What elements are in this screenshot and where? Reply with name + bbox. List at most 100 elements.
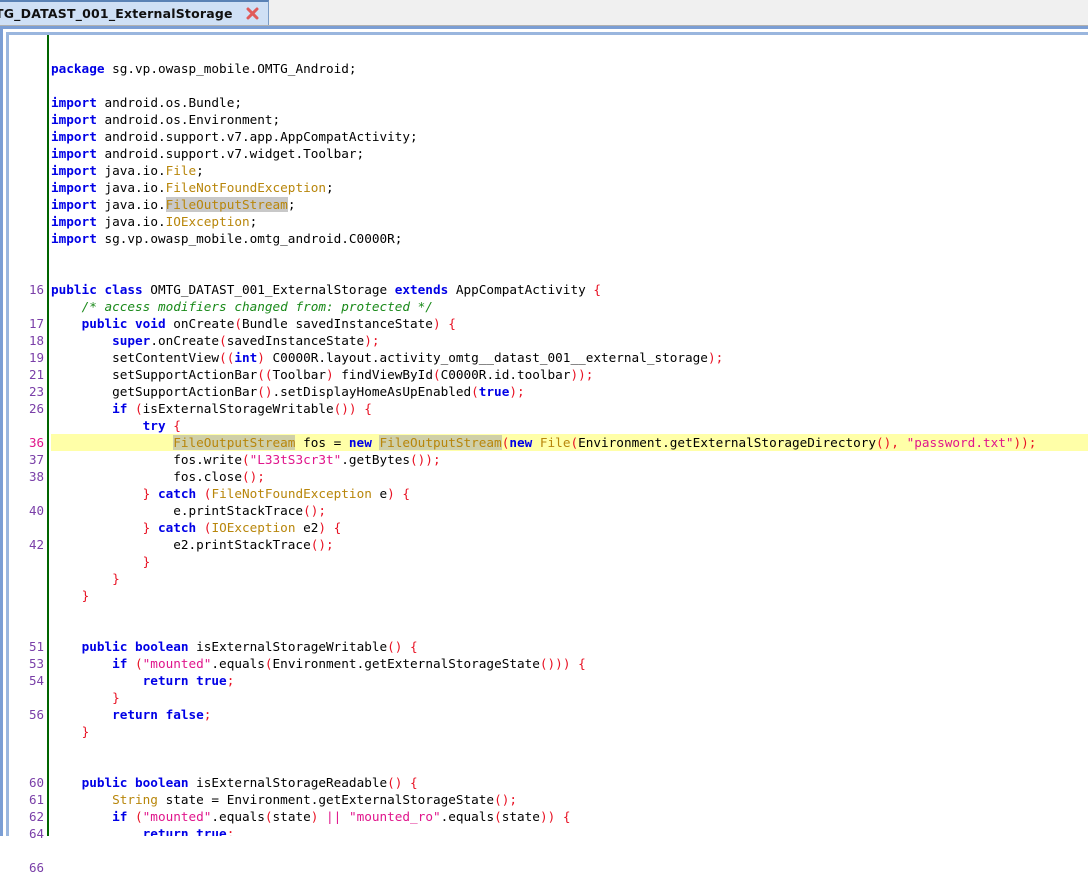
code-line[interactable]: import android.support.v7.app.AppCompatA… — [51, 128, 1088, 145]
code-line[interactable]: } — [51, 553, 1088, 570]
code-line[interactable]: FileOutputStream fos = new FileOutputStr… — [51, 434, 1088, 451]
code-token: savedInstanceState — [226, 333, 365, 348]
code-line[interactable]: e2.printStackTrace(); — [51, 536, 1088, 553]
code-line[interactable]: setContentView((int) C0000R.layout.activ… — [51, 349, 1088, 366]
code-line[interactable]: } catch (IOException e2) { — [51, 519, 1088, 536]
code-line[interactable]: return true; — [51, 825, 1088, 836]
code-token: Bundle savedInstanceState — [241, 316, 433, 331]
code-line[interactable]: public boolean isExternalStorageReadable… — [51, 774, 1088, 791]
code-token: FileOutputStream — [165, 197, 288, 212]
editor-tab[interactable]: TG_DATAST_001_ExternalStorage — [0, 0, 269, 25]
code-token: Environment.getExternalStorageDirectory — [578, 435, 877, 450]
code-token: import — [51, 197, 97, 212]
code-token: int — [234, 350, 258, 365]
line-number: 61 — [28, 792, 44, 807]
code-line[interactable] — [51, 43, 1088, 60]
code-line[interactable]: import java.io.File; — [51, 162, 1088, 179]
code-line[interactable] — [51, 264, 1088, 281]
code-token: catch — [157, 520, 197, 535]
code-line[interactable]: } — [51, 723, 1088, 740]
code-line[interactable] — [51, 77, 1088, 94]
code-line[interactable]: import sg.vp.owasp_mobile.omtg_android.C… — [51, 230, 1088, 247]
code-line[interactable] — [51, 740, 1088, 757]
code-line[interactable]: package sg.vp.owasp_mobile.OMTG_Android; — [51, 60, 1088, 77]
line-number: 51 — [28, 639, 44, 654]
code-line[interactable]: import java.io.IOException; — [51, 213, 1088, 230]
code-line[interactable]: public void onCreate(Bundle savedInstanc… — [51, 315, 1088, 332]
code-token: .setDisplayHomeAsUpEnabled — [272, 384, 472, 399]
code-line[interactable] — [51, 247, 1088, 264]
code-line[interactable]: import android.support.v7.widget.Toolbar… — [51, 145, 1088, 162]
code-line[interactable]: public class OMTG_DATAST_001_ExternalSto… — [51, 281, 1088, 298]
code-token: android.os.Bundle; — [96, 95, 242, 110]
code-token: ( — [135, 656, 143, 671]
code-line[interactable]: super.onCreate(savedInstanceState); — [51, 332, 1088, 349]
code-line[interactable]: e.printStackTrace(); — [51, 502, 1088, 519]
editor-viewport[interactable]: 16 17 18 19 21 23 26 36 37 38 40 42 51 53 54 56 60 61 62 64… — [6, 32, 1088, 875]
code-token: (); — [303, 503, 326, 518]
code-line[interactable] — [51, 757, 1088, 774]
code-line[interactable]: try { — [51, 417, 1088, 434]
code-line[interactable]: if (isExternalStorageWritable()) { — [51, 400, 1088, 417]
code-line[interactable] — [51, 604, 1088, 621]
code-token: public boolean — [81, 639, 189, 654]
code-line[interactable]: } — [51, 570, 1088, 587]
code-token: ) { — [318, 520, 342, 535]
code-line[interactable]: } — [51, 587, 1088, 604]
code-token: ( — [471, 384, 479, 399]
code-token: (); — [494, 792, 517, 807]
code-token: try — [142, 418, 166, 433]
code-line[interactable]: } catch (FileNotFoundException e) { — [51, 485, 1088, 502]
code-line[interactable]: } — [51, 689, 1088, 706]
code-line[interactable]: fos.write("L33tS3cr3t".getBytes()); — [51, 451, 1088, 468]
code-token: ( — [135, 401, 143, 416]
close-icon[interactable] — [245, 6, 260, 21]
code-line[interactable]: /* access modifiers changed from: protec… — [51, 298, 1088, 315]
code-token: new — [509, 435, 533, 450]
code-line[interactable]: public boolean isExternalStorageWritable… — [51, 638, 1088, 655]
code-line[interactable]: import android.os.Bundle; — [51, 94, 1088, 111]
code-token: ( — [570, 435, 579, 450]
code-token: FileNotFoundException — [211, 486, 372, 501]
code-token: e.printStackTrace — [51, 503, 304, 518]
line-number: 53 — [28, 656, 44, 671]
line-number-gutter: 16 17 18 19 21 23 26 36 37 38 40 42 51 53 54 56 60 61 62 64… — [9, 35, 49, 875]
code-token: import — [51, 163, 97, 178]
code-line[interactable]: setSupportActionBar((Toolbar) findViewBy… — [51, 366, 1088, 383]
code-token: ( — [432, 367, 441, 382]
code-line[interactable]: import java.io.FileNotFoundException; — [51, 179, 1088, 196]
code-line[interactable]: return true; — [51, 672, 1088, 689]
code-line[interactable] — [51, 621, 1088, 638]
code-token: .equals — [440, 809, 495, 824]
code-token: C0000R.id.toolbar — [440, 367, 571, 382]
code-token: fos.close — [51, 469, 242, 484]
code-token: ( — [264, 656, 273, 671]
code-token: || — [326, 809, 342, 824]
code-token: setSupportActionBar — [51, 367, 258, 382]
code-token: import — [51, 146, 97, 161]
code-line[interactable]: if ("mounted".equals(Environment.getExte… — [51, 655, 1088, 672]
code-line[interactable]: if ("mounted".equals(state) || "mounted_… — [51, 808, 1088, 825]
code-line[interactable]: getSupportActionBar().setDisplayHomeAsUp… — [51, 383, 1088, 400]
code-line[interactable]: import android.os.Environment; — [51, 111, 1088, 128]
code-line[interactable]: return false; — [51, 706, 1088, 723]
code-line[interactable]: String state = Environment.getExternalSt… — [51, 791, 1088, 808]
code-token: true — [478, 384, 510, 399]
line-number: 64 — [28, 826, 44, 841]
code-token: import — [51, 231, 97, 246]
code-token: return false — [112, 707, 204, 722]
code-line[interactable]: fos.close(); — [51, 468, 1088, 485]
code-area[interactable]: package sg.vp.owasp_mobile.OMTG_Android;… — [51, 35, 1088, 836]
code-token: onCreate — [165, 316, 235, 331]
code-token: ( — [135, 809, 143, 824]
code-line[interactable]: import java.io.FileOutputStream; — [51, 196, 1088, 213]
